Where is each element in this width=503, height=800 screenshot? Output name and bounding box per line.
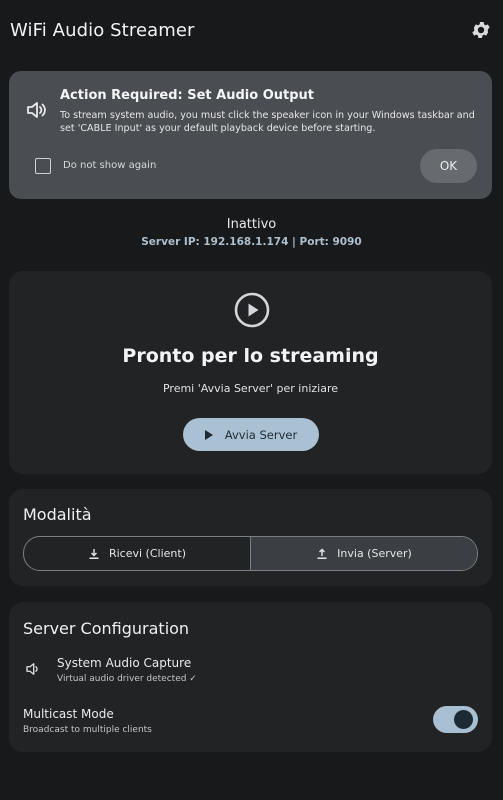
alert-body: To stream system audio, you must click t… [60,110,475,134]
start-server-button[interactable]: Avvia Server [183,418,319,451]
server-status: Inattivo [226,217,277,232]
mode-segmented-control: Ricevi (Client) Invia (Server) [23,536,478,571]
mode-receive-label: Ricevi (Client) [108,547,186,560]
system-audio-capture-label: System Audio Capture [57,656,192,670]
mode-send-server[interactable]: Invia (Server) [251,537,477,570]
hero-subtitle: Premi 'Avvia Server' per iniziare [162,382,339,395]
mode-send-label: Invia (Server) [337,547,412,560]
speaker-icon [24,660,42,678]
streaming-card: Pronto per lo streaming Premi 'Avvia Ser… [9,271,492,474]
server-configuration-card: Server Configuration System Audio Captur… [9,602,492,752]
mode-title: Modalità [23,505,92,524]
do-not-show-checkbox[interactable] [35,158,51,174]
upload-icon [317,548,327,559]
driver-detected-status: Virtual audio driver detected ✓ [57,674,197,684]
server-ip-info: Server IP: 192.168.1.174 | Port: 9090 [141,236,362,248]
mode-receive-client[interactable]: Ricevi (Client) [24,537,251,570]
gear-icon[interactable] [470,19,492,41]
speaker-icon [24,98,48,122]
hero-title: Pronto per lo streaming [122,345,379,367]
app-title: WiFi Audio Streamer [10,20,195,41]
multicast-toggle[interactable] [433,706,478,733]
toggle-knob [454,710,473,729]
audio-output-alert: Action Required: Set Audio Output To str… [9,71,492,199]
play-circle-icon [233,291,271,329]
download-icon [89,548,99,559]
config-title: Server Configuration [23,619,190,638]
multicast-mode-description: Broadcast to multiple clients [23,725,152,735]
mode-card: Modalità Ricevi (Client) Invia (Server) [9,489,492,586]
app-header: WiFi Audio Streamer [0,0,503,60]
do-not-show-label[interactable]: Do not show again [63,160,156,171]
start-server-label: Avvia Server [224,427,298,442]
multicast-mode-label: Multicast Mode [23,707,114,721]
ok-button[interactable]: OK [420,149,477,183]
alert-title: Action Required: Set Audio Output [60,88,315,103]
play-icon [204,429,213,440]
